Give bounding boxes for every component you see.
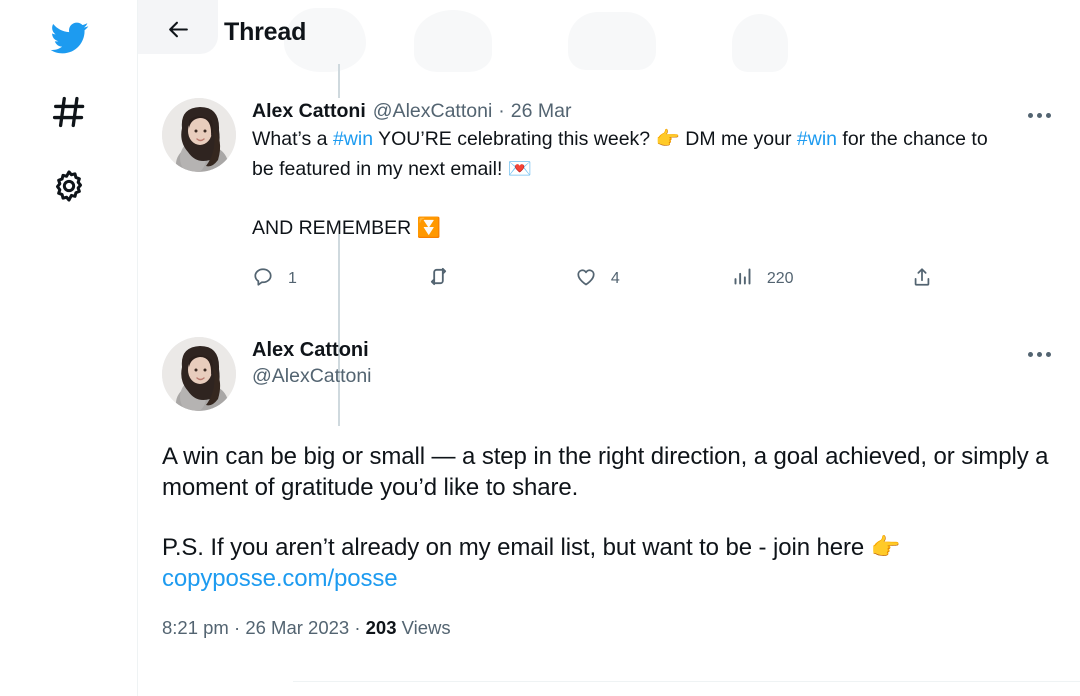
analytics-bar-chart-icon xyxy=(732,266,753,292)
separator-dot: · xyxy=(354,617,361,638)
focused-link-line: copyposse.com/posse xyxy=(162,563,1056,594)
focused-tweet-header: Alex Cattoni @AlexCattoni xyxy=(162,337,1056,411)
reply-button[interactable]: 1 xyxy=(252,266,297,293)
focused-paragraph-1: A win can be big or small — a step in th… xyxy=(162,443,1049,501)
tweet-more-options-button[interactable] xyxy=(1022,98,1056,132)
main-column: Thread Alex Cattoni @AlexCattoni · 26 Ma… xyxy=(138,0,1080,696)
author-handle[interactable]: @AlexCattoni xyxy=(373,98,493,124)
avatar[interactable] xyxy=(162,337,236,411)
author-handle[interactable]: @AlexCattoni xyxy=(252,363,1014,390)
tweet-item[interactable]: Alex Cattoni @AlexCattoni · 26 Mar What’… xyxy=(138,64,1080,293)
back-button[interactable] xyxy=(156,10,200,54)
tweet-text: What’s a #win YOU’RE celebrating this we… xyxy=(252,124,1014,184)
bottom-divider xyxy=(293,681,1080,682)
tweet-metadata: 8:21 pm · 26 Mar 2023 · 203 Views xyxy=(162,617,1056,639)
ellipsis-dot xyxy=(1045,351,1051,357)
sidebar-item-settings[interactable] xyxy=(41,158,97,214)
tweet-action-bar: 1 4 220 xyxy=(252,265,952,293)
like-count: 4 xyxy=(610,270,620,287)
focused-author-block: Alex Cattoni @AlexCattoni xyxy=(236,337,1014,390)
sidebar-item-home-logo[interactable] xyxy=(41,10,97,66)
text-segment: P.S. If you aren’t already on my email l… xyxy=(162,534,871,561)
focused-tweet-text: A win can be big or small — a step in th… xyxy=(162,441,1056,594)
views-label: Views xyxy=(401,617,451,638)
retweet-icon xyxy=(427,265,450,293)
reply-count: 1 xyxy=(288,270,297,287)
pointing-right-emoji: 👉 xyxy=(655,127,680,150)
author-display-name[interactable]: Alex Cattoni xyxy=(252,337,1014,363)
page-title: Thread xyxy=(224,17,307,46)
ellipsis-dot xyxy=(1036,351,1042,357)
hashtag-link[interactable]: #win xyxy=(797,128,837,150)
separator-dot: · xyxy=(498,100,505,122)
author-display-name[interactable]: Alex Cattoni xyxy=(252,98,366,124)
left-sidebar xyxy=(0,0,138,696)
gear-icon xyxy=(51,168,87,204)
external-link[interactable]: copyposse.com/posse xyxy=(162,565,398,592)
focused-tweet-more-options-button[interactable] xyxy=(1022,337,1056,371)
share-button[interactable] xyxy=(911,266,933,293)
arrow-left-icon xyxy=(166,17,191,47)
tweet-date[interactable]: 26 Mar xyxy=(511,98,572,124)
hashtag-icon xyxy=(50,93,88,131)
share-upload-icon xyxy=(911,266,933,293)
ellipsis-dot xyxy=(1045,112,1051,118)
views-button[interactable]: 220 xyxy=(732,266,794,292)
separator-dot: · xyxy=(234,617,241,638)
ellipsis-dot xyxy=(1027,351,1033,357)
like-button[interactable]: 4 xyxy=(575,266,620,293)
tweet-time: 8:21 pm xyxy=(162,617,229,638)
focused-paragraph-2: P.S. If you aren’t already on my email l… xyxy=(162,532,1056,563)
text-segment: DM me your xyxy=(679,128,797,150)
ellipsis-dot xyxy=(1036,112,1042,118)
heart-icon xyxy=(575,266,597,293)
tweet-body: Alex Cattoni @AlexCattoni · 26 Mar What’… xyxy=(236,98,1014,293)
text-segment: YOU’RE celebrating this week? xyxy=(373,128,656,150)
twitter-thread-app: Thread Alex Cattoni @AlexCattoni · 26 Ma… xyxy=(0,0,1080,696)
twitter-bird-icon xyxy=(49,18,89,58)
avatar[interactable] xyxy=(162,98,236,172)
thread-list: Alex Cattoni @AlexCattoni · 26 Mar What’… xyxy=(138,64,1080,639)
down-arrow-emoji: ⏬ xyxy=(416,216,441,239)
sidebar-item-explore[interactable] xyxy=(41,84,97,140)
thread-header: Thread xyxy=(138,0,1080,64)
pointing-right-emoji: 👉 xyxy=(870,533,901,561)
focused-tweet: Alex Cattoni @AlexCattoni A win can be b… xyxy=(138,337,1080,639)
ellipsis-dot xyxy=(1027,112,1033,118)
retweet-button[interactable] xyxy=(427,265,464,293)
views-count: 220 xyxy=(766,270,794,287)
views-number: 203 xyxy=(365,617,397,638)
reply-icon xyxy=(252,266,274,293)
love-letter-emoji: 💌 xyxy=(507,157,533,180)
tweet-text-second-paragraph: AND REMEMBER ⏬ xyxy=(252,213,1014,243)
hashtag-link[interactable]: #win xyxy=(333,128,373,150)
tweet-date: 26 Mar 2023 xyxy=(245,617,350,638)
tweet-author-row: Alex Cattoni @AlexCattoni · 26 Mar xyxy=(252,98,1014,124)
text-segment: AND REMEMBER xyxy=(252,217,417,239)
text-segment: What’s a xyxy=(252,128,333,150)
